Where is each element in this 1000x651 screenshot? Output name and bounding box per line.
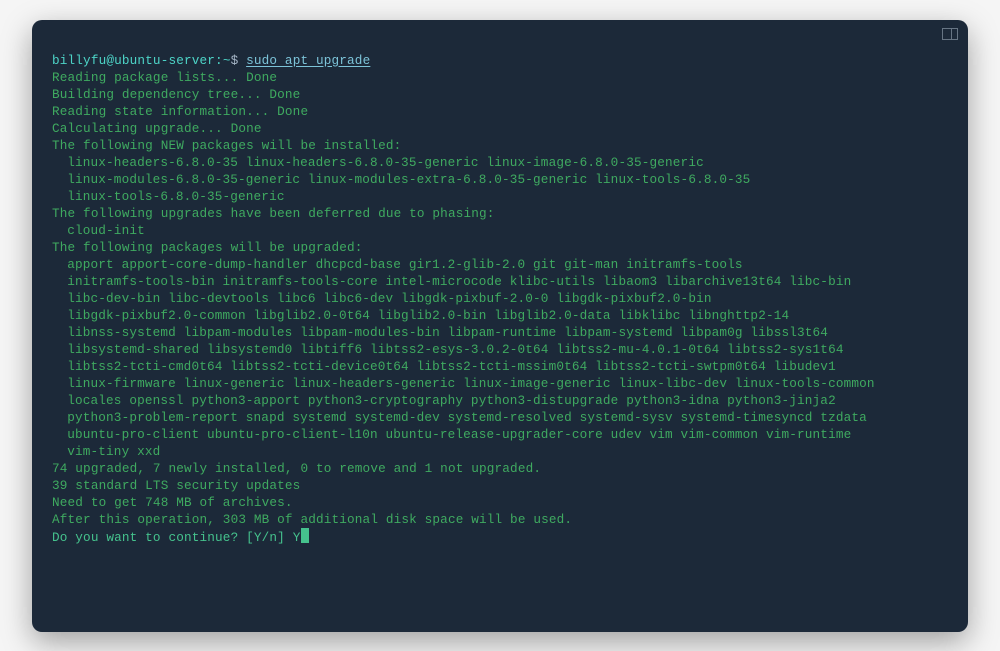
upgrade-line: libtss2-tcti-cmd0t64 libtss2-tcti-device… bbox=[52, 358, 836, 375]
upgrade-line: locales openssl python3-apport python3-c… bbox=[52, 392, 836, 409]
split-pane-icon[interactable] bbox=[942, 28, 958, 40]
done-4: Done bbox=[231, 121, 262, 136]
summary-download: Need to get 748 MB of archives. bbox=[52, 495, 293, 510]
progress-calc: Calculating upgrade... bbox=[52, 121, 223, 136]
cursor-block bbox=[301, 528, 309, 543]
upgrade-line: libc-dev-bin libc-devtools libc6 libc6-d… bbox=[52, 290, 712, 307]
upgrade-line: python3-problem-report snapd systemd sys… bbox=[52, 409, 867, 426]
progress-state: Reading state information... bbox=[52, 104, 269, 119]
deferred-line: cloud-init bbox=[52, 222, 145, 239]
upgrade-line: libgdk-pixbuf2.0-common libglib2.0-0t64 … bbox=[52, 307, 789, 324]
prompt-symbol: $ bbox=[231, 53, 239, 68]
upgrade-line: initramfs-tools-bin initramfs-tools-core… bbox=[52, 273, 851, 290]
progress-reading: Reading package lists... bbox=[52, 70, 238, 85]
terminal-body[interactable]: billyfu@ubuntu-server:~$ sudo apt upgrad… bbox=[32, 48, 968, 562]
upgrade-line: apport apport-core-dump-handler dhcpcd-b… bbox=[52, 256, 743, 273]
upgrade-line: vim-tiny xxd bbox=[52, 443, 160, 460]
new-packages-line: linux-headers-6.8.0-35 linux-headers-6.8… bbox=[52, 154, 704, 171]
done-3: Done bbox=[277, 104, 308, 119]
summary-counts: 74 upgraded, 7 newly installed, 0 to rem… bbox=[52, 461, 541, 476]
done-1: Done bbox=[246, 70, 277, 85]
titlebar bbox=[32, 20, 968, 48]
confirm-answer[interactable]: Y bbox=[293, 530, 301, 545]
done-2: Done bbox=[269, 87, 300, 102]
upgrade-line: ubuntu-pro-client ubuntu-pro-client-l10n… bbox=[52, 426, 851, 443]
confirm-question: Do you want to continue? [Y/n] bbox=[52, 530, 285, 545]
prompt-path: ~ bbox=[223, 53, 231, 68]
terminal-window[interactable]: billyfu@ubuntu-server:~$ sudo apt upgrad… bbox=[32, 20, 968, 632]
new-packages-line: linux-modules-6.8.0-35-generic linux-mod… bbox=[52, 171, 750, 188]
new-packages-line: linux-tools-6.8.0-35-generic bbox=[52, 188, 285, 205]
deferred-header: The following upgrades have been deferre… bbox=[52, 206, 495, 221]
command-text: sudo apt upgrade bbox=[246, 53, 370, 68]
upgrade-line: libsystemd-shared libsystemd0 libtiff6 l… bbox=[52, 341, 844, 358]
new-packages-header: The following NEW packages will be insta… bbox=[52, 138, 401, 153]
upgrade-header: The following packages will be upgraded: bbox=[52, 240, 363, 255]
upgrade-line: libnss-systemd libpam-modules libpam-mod… bbox=[52, 324, 828, 341]
prompt-user: billyfu@ubuntu-server bbox=[52, 53, 215, 68]
prompt-separator: : bbox=[215, 53, 223, 68]
progress-deptree: Building dependency tree... bbox=[52, 87, 262, 102]
upgrade-line: linux-firmware linux-generic linux-heade… bbox=[52, 375, 875, 392]
summary-security: 39 standard LTS security updates bbox=[52, 478, 300, 493]
summary-disk: After this operation, 303 MB of addition… bbox=[52, 512, 572, 527]
